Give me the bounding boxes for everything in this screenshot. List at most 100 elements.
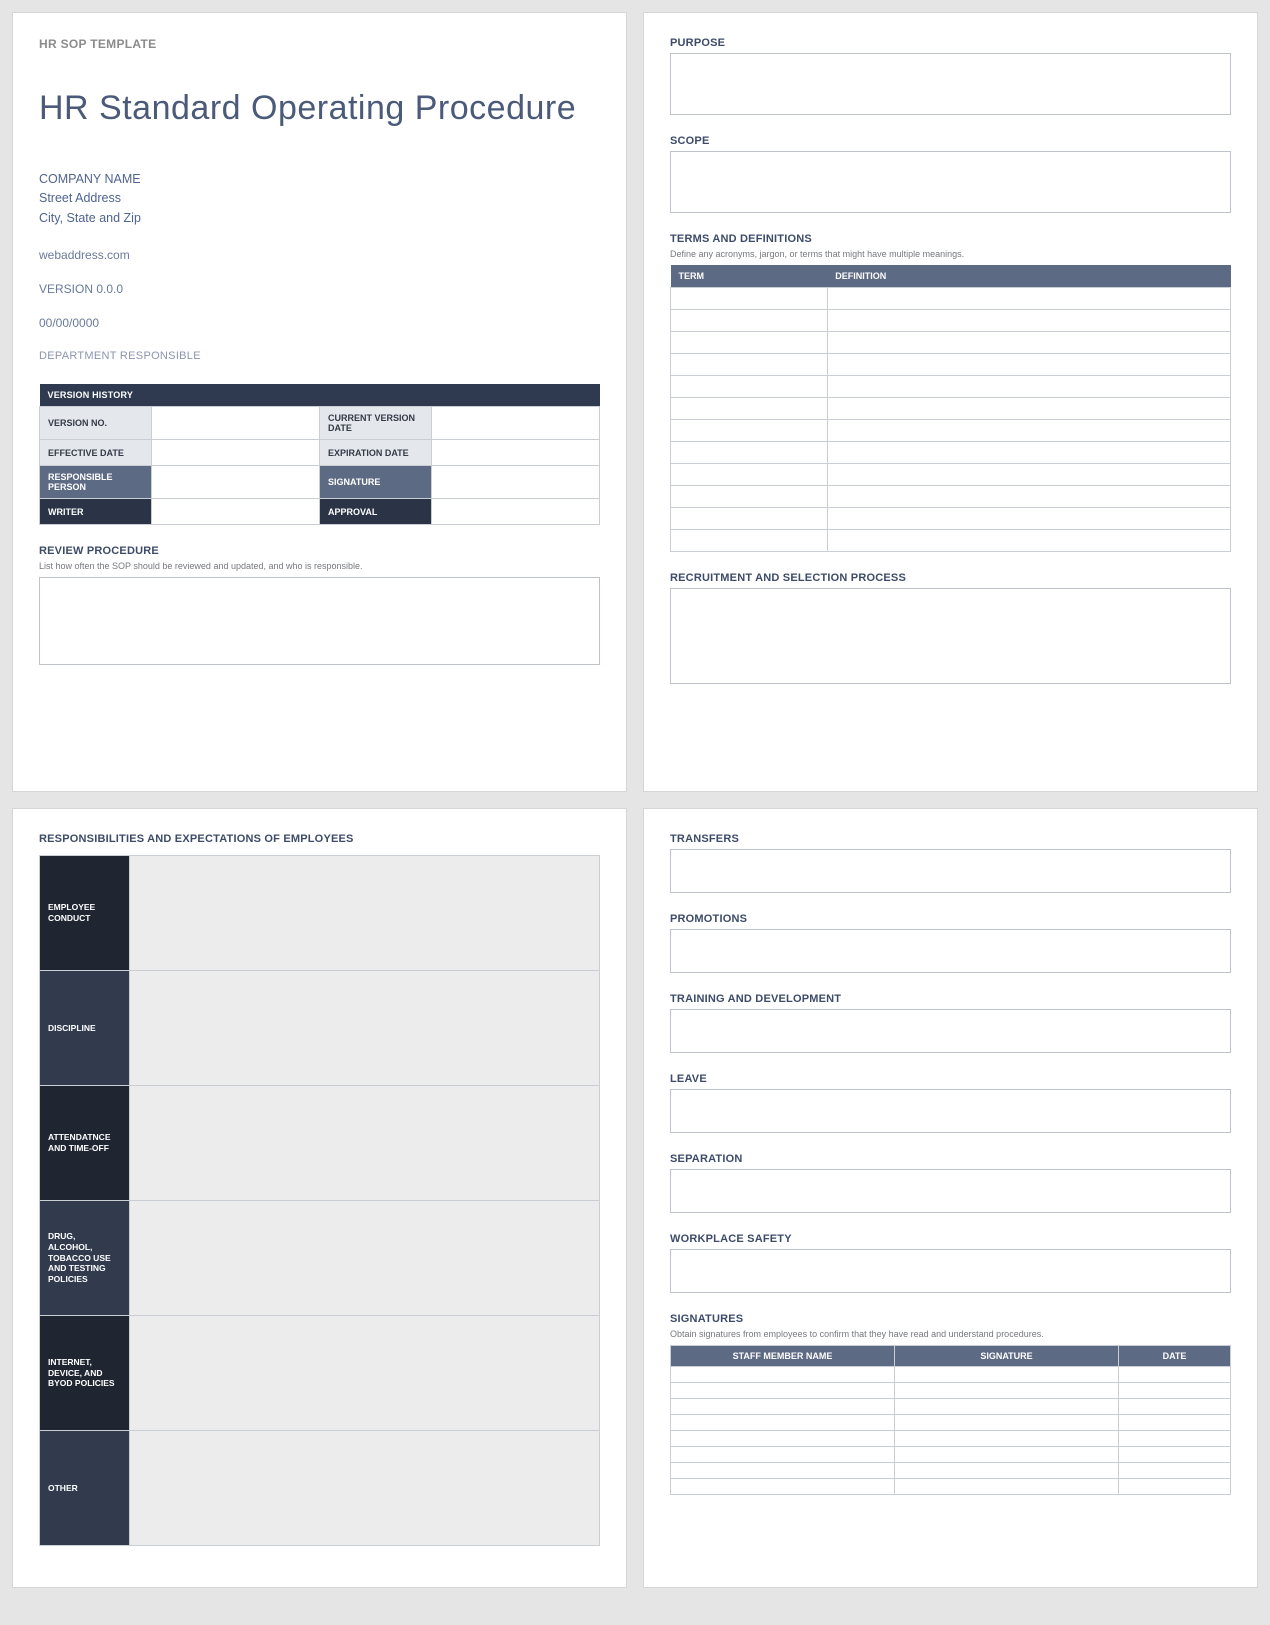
definition-cell[interactable] bbox=[827, 464, 1230, 486]
vh-value[interactable] bbox=[432, 440, 600, 466]
sig-date-cell[interactable] bbox=[1119, 1431, 1231, 1447]
sig-name-cell[interactable] bbox=[671, 1399, 895, 1415]
term-cell[interactable] bbox=[671, 376, 828, 398]
responsibility-content[interactable] bbox=[129, 1086, 599, 1201]
table-row bbox=[671, 332, 1231, 354]
responsibility-content[interactable] bbox=[129, 1201, 599, 1316]
definition-cell[interactable] bbox=[827, 486, 1230, 508]
company-name: COMPANY NAME bbox=[39, 170, 600, 189]
sig-date-cell[interactable] bbox=[1119, 1367, 1231, 1383]
terms-sub: Define any acronyms, jargon, or terms th… bbox=[670, 249, 1231, 259]
sig-signature-cell[interactable] bbox=[895, 1367, 1119, 1383]
sig-name-cell[interactable] bbox=[671, 1431, 895, 1447]
table-row bbox=[671, 1479, 1231, 1495]
leave-box[interactable] bbox=[670, 1089, 1231, 1133]
table-row: OTHER bbox=[40, 1431, 600, 1546]
safety-box[interactable] bbox=[670, 1249, 1231, 1293]
vh-value[interactable] bbox=[152, 440, 320, 466]
sig-signature-cell[interactable] bbox=[895, 1463, 1119, 1479]
training-box[interactable] bbox=[670, 1009, 1231, 1053]
definition-cell[interactable] bbox=[827, 508, 1230, 530]
term-cell[interactable] bbox=[671, 486, 828, 508]
table-row bbox=[671, 398, 1231, 420]
vh-label: EXPIRATION DATE bbox=[320, 440, 432, 466]
sig-signature-cell[interactable] bbox=[895, 1447, 1119, 1463]
responsibility-content[interactable] bbox=[129, 1431, 599, 1546]
term-cell[interactable] bbox=[671, 310, 828, 332]
definition-cell[interactable] bbox=[827, 310, 1230, 332]
date-line: 00/00/0000 bbox=[39, 316, 600, 330]
definition-cell[interactable] bbox=[827, 398, 1230, 420]
responsibility-content[interactable] bbox=[129, 856, 599, 971]
review-box[interactable] bbox=[39, 577, 600, 665]
responsibility-content[interactable] bbox=[129, 1316, 599, 1431]
vh-label: APPROVAL bbox=[320, 499, 432, 525]
separation-box[interactable] bbox=[670, 1169, 1231, 1213]
sig-signature-cell[interactable] bbox=[895, 1415, 1119, 1431]
sig-date-cell[interactable] bbox=[1119, 1447, 1231, 1463]
signatures-table: STAFF MEMBER NAME SIGNATURE DATE bbox=[670, 1345, 1231, 1495]
recruitment-box[interactable] bbox=[670, 588, 1231, 684]
training-title: TRAINING AND DEVELOPMENT bbox=[670, 993, 1231, 1005]
definition-cell[interactable] bbox=[827, 332, 1230, 354]
sig-date-cell[interactable] bbox=[1119, 1383, 1231, 1399]
sig-signature-cell[interactable] bbox=[895, 1431, 1119, 1447]
responsibility-label: DRUG, ALCOHOL, TOBACCO USE AND TESTING P… bbox=[40, 1201, 130, 1316]
vh-value[interactable] bbox=[432, 466, 600, 499]
term-cell[interactable] bbox=[671, 332, 828, 354]
term-cell[interactable] bbox=[671, 464, 828, 486]
transfers-title: TRANSFERS bbox=[670, 833, 1231, 845]
company-city: City, State and Zip bbox=[39, 209, 600, 228]
sig-name-cell[interactable] bbox=[671, 1479, 895, 1495]
sig-name-cell[interactable] bbox=[671, 1367, 895, 1383]
term-cell[interactable] bbox=[671, 508, 828, 530]
term-cell[interactable] bbox=[671, 420, 828, 442]
department-line: DEPARTMENT RESPONSIBLE bbox=[39, 350, 600, 362]
table-row bbox=[671, 508, 1231, 530]
definition-cell[interactable] bbox=[827, 530, 1230, 552]
vh-value[interactable] bbox=[152, 407, 320, 440]
sig-date-cell[interactable] bbox=[1119, 1463, 1231, 1479]
table-row bbox=[671, 1383, 1231, 1399]
term-cell[interactable] bbox=[671, 354, 828, 376]
sig-date-cell[interactable] bbox=[1119, 1415, 1231, 1431]
definition-cell[interactable] bbox=[827, 376, 1230, 398]
sig-date-cell[interactable] bbox=[1119, 1479, 1231, 1495]
definition-cell[interactable] bbox=[827, 354, 1230, 376]
term-cell[interactable] bbox=[671, 530, 828, 552]
vh-value[interactable] bbox=[152, 466, 320, 499]
promotions-box[interactable] bbox=[670, 929, 1231, 973]
table-row: DRUG, ALCOHOL, TOBACCO USE AND TESTING P… bbox=[40, 1201, 600, 1316]
recruitment-title: RECRUITMENT AND SELECTION PROCESS bbox=[670, 572, 1231, 584]
sig-name-cell[interactable] bbox=[671, 1383, 895, 1399]
responsibility-content[interactable] bbox=[129, 971, 599, 1086]
vh-value[interactable] bbox=[432, 499, 600, 525]
sig-name-cell[interactable] bbox=[671, 1447, 895, 1463]
definition-cell[interactable] bbox=[827, 288, 1230, 310]
sig-signature-cell[interactable] bbox=[895, 1479, 1119, 1495]
version-line: VERSION 0.0.0 bbox=[39, 282, 600, 296]
table-row bbox=[671, 442, 1231, 464]
term-cell[interactable] bbox=[671, 442, 828, 464]
term-cell[interactable] bbox=[671, 288, 828, 310]
promotions-title: PROMOTIONS bbox=[670, 913, 1231, 925]
transfers-box[interactable] bbox=[670, 849, 1231, 893]
sig-col-name: STAFF MEMBER NAME bbox=[671, 1346, 895, 1367]
table-row bbox=[671, 288, 1231, 310]
term-cell[interactable] bbox=[671, 398, 828, 420]
sig-date-cell[interactable] bbox=[1119, 1399, 1231, 1415]
sig-name-cell[interactable] bbox=[671, 1463, 895, 1479]
sig-signature-cell[interactable] bbox=[895, 1383, 1119, 1399]
sig-signature-cell[interactable] bbox=[895, 1399, 1119, 1415]
scope-box[interactable] bbox=[670, 151, 1231, 213]
purpose-box[interactable] bbox=[670, 53, 1231, 115]
vh-value[interactable] bbox=[432, 407, 600, 440]
sig-name-cell[interactable] bbox=[671, 1415, 895, 1431]
vh-value[interactable] bbox=[152, 499, 320, 525]
definition-cell[interactable] bbox=[827, 442, 1230, 464]
review-sub: List how often the SOP should be reviewe… bbox=[39, 561, 600, 571]
definition-cell[interactable] bbox=[827, 420, 1230, 442]
responsibility-label: INTERNET, DEVICE, AND BYOD POLICIES bbox=[40, 1316, 130, 1431]
terms-table: TERM DEFINITION bbox=[670, 265, 1231, 552]
table-row: INTERNET, DEVICE, AND BYOD POLICIES bbox=[40, 1316, 600, 1431]
